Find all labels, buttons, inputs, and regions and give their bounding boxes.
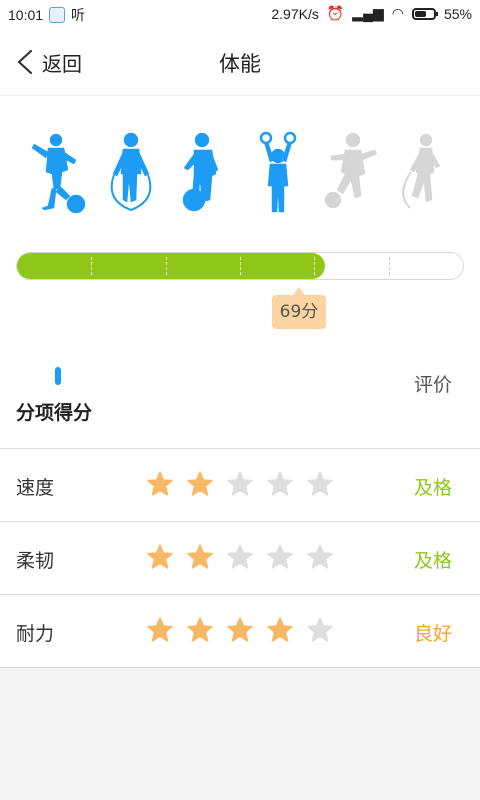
evaluation-header: 评价 — [413, 374, 452, 396]
star-rating — [146, 616, 334, 644]
item-label: 速度 — [16, 477, 55, 499]
signal-icon: ▂▄▆ — [352, 5, 384, 21]
app-notification-icon — [49, 7, 66, 23]
ball-bouncing-child-icon — [172, 130, 236, 214]
grade-label: 及格 — [413, 477, 452, 499]
grade-label: 良好 — [413, 623, 452, 645]
status-app-label: 听 — [71, 7, 86, 23]
score-list: 速度 及格 柔韧 及格 耐力 良好 — [0, 448, 480, 668]
star-filled-icon — [187, 471, 213, 496]
progress-tick — [91, 257, 93, 275]
activity-figures — [26, 130, 456, 214]
star-filled-icon — [147, 617, 173, 642]
top-bar: 返回 体能 — [0, 28, 480, 96]
score-row-flexibility: 柔韧 及格 — [0, 521, 480, 594]
star-filled-icon — [147, 471, 173, 496]
star-empty-icon — [307, 617, 333, 642]
score-bubble: 69分 — [272, 287, 326, 329]
status-bar: 10:01 听 2.97K/s ⏰ ▂▄▆ ◠ 55% — [0, 0, 480, 28]
jump-rope-child-icon — [99, 130, 163, 214]
star-empty-icon — [307, 471, 333, 496]
progress-tick — [165, 257, 167, 275]
star-empty-icon — [267, 544, 293, 569]
battery-icon — [411, 7, 438, 20]
section-label: 分项得分 — [16, 402, 93, 424]
star-filled-icon — [187, 544, 213, 569]
progress-tick — [314, 257, 316, 275]
rings-child-icon — [246, 130, 310, 214]
progress-tick — [388, 257, 390, 275]
score-row-endurance: 耐力 良好 — [0, 594, 480, 668]
progress-tick — [240, 257, 241, 275]
star-filled-icon — [187, 617, 213, 642]
star-filled-icon — [227, 617, 253, 642]
network-speed: 2.97K/s — [271, 5, 319, 22]
section-indicator — [55, 367, 61, 385]
page-title: 体能 — [219, 52, 261, 76]
star-empty-icon — [307, 544, 333, 569]
score-row-speed: 速度 及格 — [0, 448, 480, 521]
score-progress-bar — [16, 252, 464, 280]
alarm-icon: ⏰ — [326, 5, 345, 21]
main-content: 69分 分项得分 评价 速度 及格 柔韧 及格 耐力 良好 — [0, 96, 480, 668]
star-rating — [146, 543, 334, 571]
star-empty-icon — [267, 471, 293, 496]
kicking-ball-child-icon — [26, 130, 90, 214]
star-filled-icon — [147, 544, 173, 569]
star-empty-icon — [227, 471, 253, 496]
grade-label: 及格 — [413, 550, 452, 572]
wifi-icon: ◠ — [391, 5, 404, 21]
item-label: 柔韧 — [16, 550, 55, 572]
soccer-child-icon — [319, 130, 383, 214]
item-label: 耐力 — [16, 623, 55, 645]
skipping-child-icon — [392, 130, 456, 214]
battery-percent: 55% — [443, 5, 472, 22]
star-empty-icon — [227, 544, 253, 569]
score-progress-fill — [17, 253, 325, 279]
status-time: 10:01 — [8, 7, 44, 23]
star-rating — [146, 470, 334, 498]
star-filled-icon — [267, 617, 293, 642]
